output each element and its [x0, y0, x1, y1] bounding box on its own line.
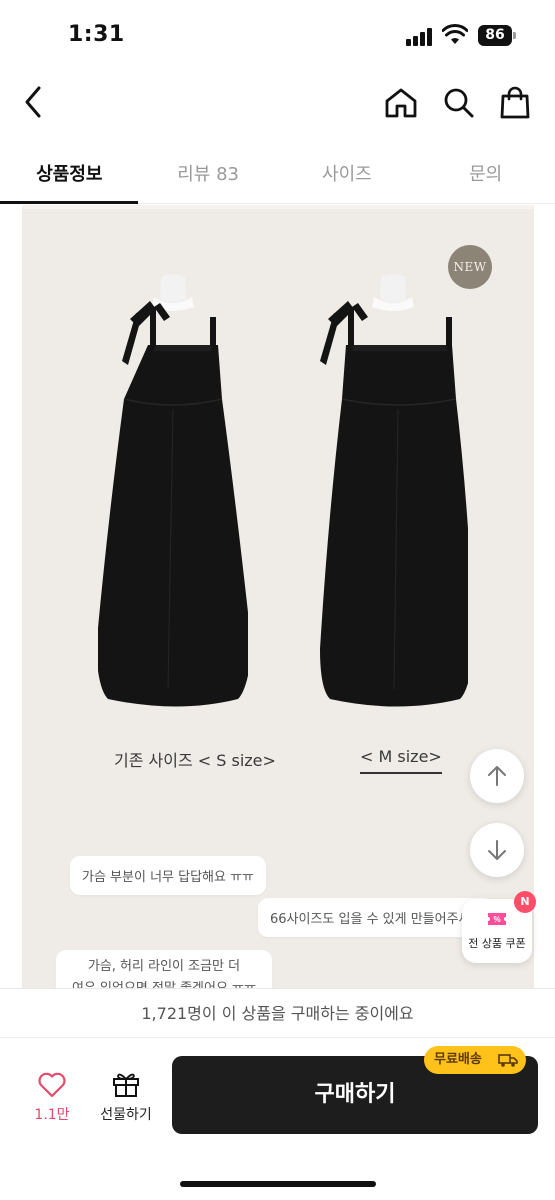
dress-s-size-image	[98, 274, 248, 707]
coupon-icon: %	[488, 913, 506, 925]
bottom-action-bar: 1.1만 선물하기 구매하기 무료배송	[0, 1038, 555, 1200]
search-button[interactable]	[438, 82, 480, 124]
battery-indicator: 86	[478, 25, 512, 46]
home-button[interactable]	[380, 82, 422, 124]
arrow-down-icon	[488, 840, 506, 860]
scroll-down-button[interactable]	[470, 823, 524, 877]
wifi-icon	[442, 24, 468, 44]
like-button[interactable]: 1.1만	[24, 1068, 80, 1132]
app-header	[0, 72, 555, 134]
search-icon	[444, 88, 474, 118]
new-badge: NEW	[448, 245, 492, 289]
gift-button[interactable]: 선물하기	[92, 1068, 160, 1132]
battery-tip	[513, 32, 516, 39]
truck-icon	[498, 1054, 518, 1067]
purchase-activity-text: 1,721명이 이 상품을 구매하는 중이에요	[0, 988, 555, 1038]
free-shipping-label: 무료배송	[434, 1052, 482, 1067]
coupon-label: 전 상품 쿠폰	[468, 937, 526, 950]
status-time: 1:31	[68, 22, 125, 47]
caption-m-size: < M size>	[360, 747, 442, 774]
product-tabs: 상품정보 리뷰 83 사이즈 문의	[0, 140, 555, 204]
shopping-bag-icon	[500, 86, 530, 119]
free-shipping-badge: 무료배송	[424, 1046, 526, 1074]
review-bubble: 66사이즈도 입을 수 있게 만들어주세요	[258, 898, 495, 937]
gift-icon	[113, 1073, 139, 1097]
review-bubble: 가슴 부분이 너무 답답해요 ㅠㅠ	[70, 856, 267, 895]
tab-reviews[interactable]: 리뷰 83	[139, 140, 278, 203]
tab-size[interactable]: 사이즈	[278, 140, 417, 203]
home-indicator	[180, 1181, 376, 1187]
svg-text:%: %	[493, 915, 500, 924]
gift-label: 선물하기	[100, 1107, 152, 1123]
home-icon	[385, 88, 417, 118]
heart-icon	[38, 1072, 66, 1098]
arrow-up-icon	[488, 766, 506, 786]
image-top-edge	[22, 205, 534, 209]
signal-icon	[406, 28, 436, 46]
cart-button[interactable]	[494, 82, 536, 124]
product-detail-image: NEW 기존 사이즈 < S size> < M size> 가슴 부분이 너무…	[22, 205, 534, 995]
dress-m-size-image	[320, 274, 468, 707]
status-bar: 1:31 86	[0, 0, 555, 72]
chevron-left-icon	[25, 86, 41, 118]
tab-product-info[interactable]: 상품정보	[0, 140, 139, 204]
review-bubble-line: 가슴, 허리 라인이 조금만 더	[87, 959, 241, 974]
coupon-new-badge: N	[514, 891, 536, 913]
scroll-top-button[interactable]	[470, 749, 524, 803]
caption-s-size: 기존 사이즈 < S size>	[114, 751, 276, 770]
back-button[interactable]	[14, 82, 54, 122]
tab-inquiry[interactable]: 문의	[416, 140, 555, 203]
like-count: 1.1만	[34, 1107, 70, 1123]
